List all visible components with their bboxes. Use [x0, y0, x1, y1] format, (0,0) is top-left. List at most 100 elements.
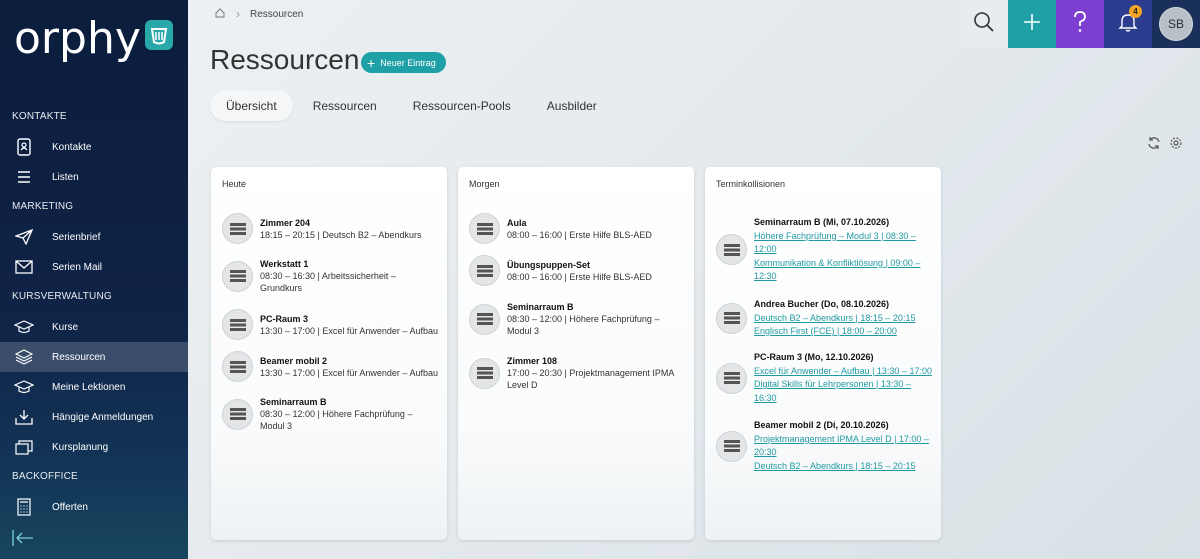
resource-entry[interactable]: Übungspuppen-Set 08:00 – 16:00 | Erste H… — [469, 255, 689, 286]
paper-plane-icon — [14, 227, 34, 247]
collision-entry: PC-Raum 3 (Mo, 12.10.2026) Excel für Anw… — [716, 351, 936, 405]
page-title: Ressourcen — [210, 44, 360, 75]
resource-detail: 08:30 – 12:00 | Höhere Fachprüfung – Mod… — [507, 314, 660, 336]
sidebar-item-label: Kontakte — [52, 141, 92, 153]
server-icon — [469, 255, 500, 286]
sidebar-item-label: Kursplanung — [52, 441, 109, 453]
logo-text: orphy — [14, 13, 141, 64]
inbox-download-icon — [14, 407, 34, 427]
chevron-right-icon: › — [236, 7, 240, 21]
resource-name: Beamer mobil 2 — [260, 355, 328, 366]
add-button[interactable] — [1008, 0, 1056, 48]
sidebar-item-kurse[interactable]: Kurse — [0, 312, 188, 342]
collision-course-link[interactable]: Deutsch B2 – Abendkurs | 18:15 – 20:15 — [754, 460, 934, 474]
plus-icon — [1023, 13, 1041, 36]
resource-name: Zimmer 204 — [260, 217, 311, 228]
mail-icon — [14, 257, 34, 277]
server-icon — [469, 303, 500, 335]
sidebar-item-label: Serienbrief — [52, 231, 101, 243]
section-label-kursverwaltung: KURSVERWALTUNG — [12, 291, 112, 302]
resource-entry[interactable]: Seminarraum B 08:30 – 12:00 | Höhere Fac… — [222, 396, 442, 432]
graduation-cap-icon — [14, 317, 34, 337]
section-label-marketing: MARKETING — [12, 201, 74, 212]
collision-entry: Seminarraum B (Mi, 07.10.2026) Höhere Fa… — [716, 216, 936, 284]
resource-detail: 13:30 – 17:00 | Excel für Anwender – Auf… — [260, 367, 438, 378]
resource-entry[interactable]: Zimmer 204 18:15 – 20:15 | Deutsch B2 – … — [222, 213, 442, 244]
sidebar-item-ressourcen[interactable]: Ressourcen — [0, 342, 188, 372]
settings-gear-icon[interactable] — [1169, 136, 1183, 150]
sidebar-item-kontakte[interactable]: Kontakte — [0, 132, 188, 162]
notifications-button[interactable]: 4 — [1104, 0, 1152, 48]
resource-entry[interactable]: Werkstatt 1 08:30 – 16:30 | Arbeitssiche… — [222, 258, 442, 294]
resource-entry[interactable]: PC-Raum 3 13:30 – 17:00 | Excel für Anwe… — [222, 309, 442, 340]
server-icon — [222, 213, 253, 244]
sidebar-item-haengige-anmeldungen[interactable]: Hängige Anmeldungen — [0, 402, 188, 432]
collision-course-link[interactable]: Deutsch B2 – Abendkurs | 18:15 – 20:15 — [754, 312, 934, 326]
collision-course-link[interactable]: Englisch First (FCE) | 18:00 – 20:00 — [754, 325, 934, 339]
tab-ausbilder[interactable]: Ausbilder — [531, 90, 613, 121]
help-button[interactable] — [1056, 0, 1104, 48]
collapse-sidebar-icon[interactable] — [12, 528, 34, 548]
server-icon — [222, 351, 253, 382]
server-icon — [716, 362, 747, 394]
stacked-cards-icon — [14, 437, 34, 457]
resource-name: Aula — [507, 217, 527, 228]
tab-uebersicht[interactable]: Übersicht — [210, 90, 293, 121]
sidebar-item-kursplanung[interactable]: Kursplanung — [0, 432, 188, 462]
notification-badge: 4 — [1129, 5, 1142, 18]
sidebar-item-label: Kurse — [52, 321, 79, 333]
home-icon[interactable] — [214, 7, 226, 22]
section-label-kontakte: KONTAKTE — [12, 111, 67, 122]
tab-ressourcen-pools[interactable]: Ressourcen-Pools — [397, 90, 527, 121]
resource-detail: 17:00 – 20:30 | Projektmanagement IPMA L… — [507, 368, 674, 390]
server-icon — [222, 398, 253, 430]
breadcrumb: › Ressourcen — [214, 6, 303, 22]
resource-name: Zimmer 108 — [507, 356, 558, 366]
tab-ressourcen[interactable]: Ressourcen — [297, 90, 393, 121]
resource-detail: 13:30 – 17:00 | Excel für Anwender – Auf… — [260, 325, 438, 336]
collision-course-link[interactable]: Projektmanagement IPMA Level D | 17:00 –… — [754, 433, 934, 460]
resource-entry[interactable]: Beamer mobil 2 13:30 – 17:00 | Excel für… — [222, 351, 442, 382]
sidebar-item-listen[interactable]: Listen — [0, 162, 188, 192]
search-icon — [973, 11, 995, 38]
collision-course-link[interactable]: Kommunikation & Konfliktlösung | 09:00 –… — [754, 257, 930, 284]
refresh-icon[interactable] — [1147, 136, 1161, 150]
resource-detail: 18:15 – 20:15 | Deutsch B2 – Abendkurs — [260, 229, 422, 240]
new-entry-button[interactable]: + Neuer Eintrag — [361, 52, 446, 73]
sidebar-item-label: Offerten — [52, 501, 88, 513]
sidebar-item-meine-lektionen[interactable]: Meine Lektionen — [0, 372, 188, 402]
collision-title: Beamer mobil 2 (Di, 20.10.2026) — [754, 420, 889, 430]
collision-title: Seminarraum B (Mi, 07.10.2026) — [754, 217, 890, 227]
search-button[interactable] — [960, 0, 1008, 48]
list-icon — [14, 167, 34, 187]
collision-title: Andrea Bucher (Do, 08.10.2026) — [754, 299, 890, 309]
collision-course-link[interactable]: Höhere Fachprüfung – Modul 3 | 08:30 – 1… — [754, 230, 930, 257]
resource-name: Werkstatt 1 — [260, 259, 309, 269]
resource-name: Seminarraum B — [260, 397, 327, 407]
sidebar-item-offerten[interactable]: Offerten — [0, 492, 188, 522]
resource-entry[interactable]: Zimmer 108 17:00 – 20:30 | Projektmanage… — [469, 355, 689, 391]
resource-entry[interactable]: Seminarraum B 08:30 – 12:00 | Höhere Fac… — [469, 301, 689, 337]
resource-name: Übungspuppen-Set — [507, 259, 590, 270]
resource-entry[interactable]: Aula 08:00 – 16:00 | Erste Hilfe BLS-AED — [469, 213, 689, 244]
collision-title: PC-Raum 3 (Mo, 12.10.2026) — [754, 352, 874, 362]
card-title: Terminkollisionen — [716, 179, 786, 189]
collision-course-link[interactable]: Digital Skills für Lehrpersonen | 13:30 … — [754, 378, 934, 405]
sidebar-item-serienbrief[interactable]: Serienbrief — [0, 222, 188, 252]
resource-detail: 08:00 – 16:00 | Erste Hilfe BLS-AED — [507, 271, 652, 282]
layers-icon — [14, 347, 34, 367]
sidebar-item-label: Meine Lektionen — [52, 381, 126, 393]
resource-name: Seminarraum B — [507, 302, 574, 312]
resource-name: PC-Raum 3 — [260, 313, 309, 324]
user-menu-button[interactable]: SB — [1152, 0, 1200, 48]
orphy-logo[interactable]: orphy — [14, 14, 173, 64]
card-today: Heute Zimmer 204 18:15 – 20:15 | Deutsch… — [211, 167, 447, 540]
collision-entry: Beamer mobil 2 (Di, 20.10.2026) Projektm… — [716, 419, 936, 473]
collision-course-link[interactable]: Excel für Anwender – Aufbau | 13:30 – 17… — [754, 365, 934, 379]
avatar: SB — [1159, 7, 1193, 41]
sidebar-item-serien-mail[interactable]: Serien Mail — [0, 252, 188, 282]
card-tomorrow: Morgen Aula 08:00 – 16:00 | Erste Hilfe … — [458, 167, 694, 540]
sidebar-item-label: Listen — [52, 171, 79, 183]
collision-entry: Andrea Bucher (Do, 08.10.2026) Deutsch B… — [716, 298, 936, 339]
breadcrumb-current: Ressourcen — [250, 8, 304, 20]
